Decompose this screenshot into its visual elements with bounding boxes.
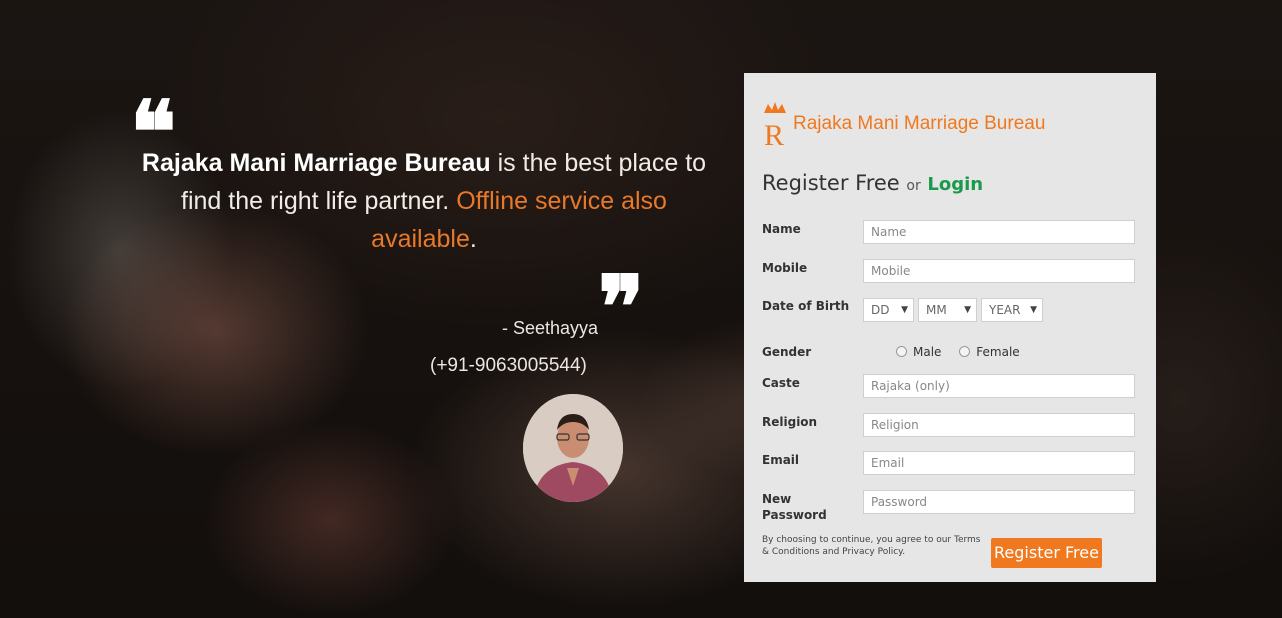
dob-year-select[interactable]: YEAR ▼ bbox=[981, 298, 1043, 322]
avatar bbox=[523, 394, 623, 502]
logo-letter: R bbox=[764, 119, 784, 149]
mobile-label: Mobile bbox=[762, 261, 808, 275]
testimonial-text: Rajaka Mani Marriage Bureau is the best … bbox=[130, 144, 718, 258]
terms-text: By choosing to continue, you agree to ou… bbox=[762, 535, 981, 557]
crown-icon: R bbox=[764, 102, 786, 149]
login-link[interactable]: Login bbox=[927, 174, 983, 195]
testimonial-brand: Rajaka Mani Marriage Bureau bbox=[141, 149, 491, 177]
name-input[interactable] bbox=[863, 220, 1135, 244]
dob-day-value: DD bbox=[871, 303, 890, 317]
form-heading: Register Free or Login bbox=[762, 171, 983, 195]
dropdown-arrow-icon: ▼ bbox=[1030, 305, 1037, 315]
gender-male-label[interactable]: Male bbox=[913, 345, 941, 359]
religion-input[interactable] bbox=[863, 413, 1135, 437]
dropdown-arrow-icon: ▼ bbox=[964, 305, 971, 315]
dob-label: Date of Birth bbox=[762, 299, 850, 313]
name-label: Name bbox=[762, 222, 801, 236]
gender-female-label[interactable]: Female bbox=[976, 345, 1019, 359]
brand-name: Rajaka Mani Marriage Bureau bbox=[793, 113, 1046, 134]
dob-year-value: YEAR bbox=[989, 303, 1021, 317]
religion-label: Religion bbox=[762, 415, 818, 429]
register-panel: R Rajaka Mani Marriage Bureau Register F… bbox=[744, 73, 1156, 582]
gender-female-radio[interactable] bbox=[959, 346, 971, 357]
email-input[interactable] bbox=[863, 451, 1135, 475]
register-button[interactable]: Register Free bbox=[991, 538, 1102, 568]
form-title: Register Free bbox=[762, 171, 900, 195]
caste-input[interactable] bbox=[863, 374, 1135, 398]
testimonial-author: - Seethayya bbox=[502, 318, 599, 338]
dob-month-select[interactable]: MM ▼ bbox=[918, 298, 977, 322]
testimonial-phone: (+91-9063005544) bbox=[430, 355, 587, 376]
password-input[interactable] bbox=[863, 490, 1135, 514]
email-label: Email bbox=[762, 453, 800, 467]
gender-male-radio[interactable] bbox=[896, 346, 907, 357]
caste-label: Caste bbox=[762, 376, 800, 390]
password-label: New Password bbox=[762, 492, 827, 522]
dob-month-value: MM bbox=[926, 303, 947, 317]
quote-close-icon: ❞ bbox=[598, 257, 644, 358]
mobile-input[interactable] bbox=[863, 259, 1135, 283]
testimonial-end: . bbox=[469, 225, 477, 253]
brand-logo[interactable]: R Rajaka Mani Marriage Bureau bbox=[762, 101, 1082, 151]
or-text: or bbox=[906, 178, 921, 194]
gender-options: Male Female bbox=[896, 344, 1034, 359]
gender-label: Gender bbox=[762, 345, 812, 359]
dropdown-arrow-icon: ▼ bbox=[901, 305, 908, 315]
dob-day-select[interactable]: DD ▼ bbox=[863, 298, 914, 322]
